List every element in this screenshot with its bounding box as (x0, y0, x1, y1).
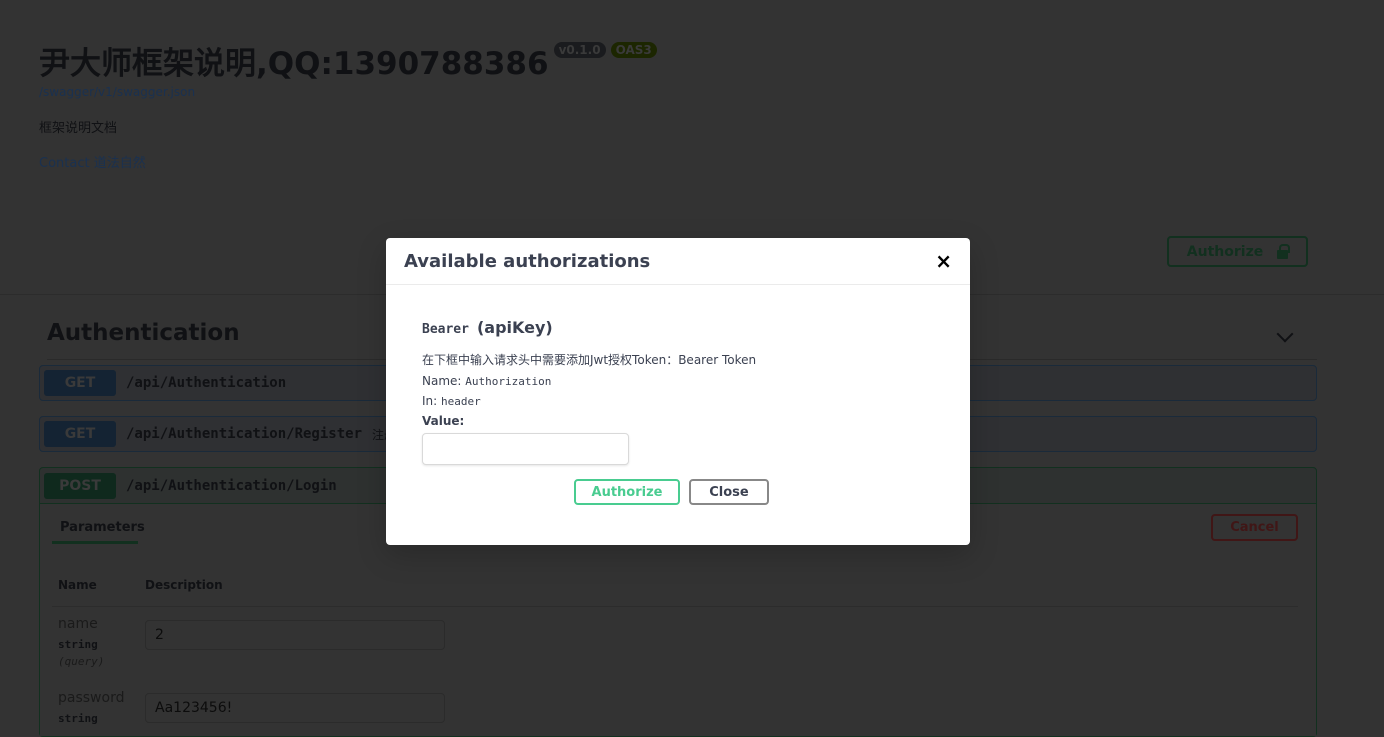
param-name: name (58, 616, 98, 632)
title-text: 尹大师框架说明,QQ:1390788386 (39, 46, 549, 82)
param-type: string (58, 638, 98, 651)
method-badge: GET (44, 421, 116, 447)
param-type: string (58, 712, 98, 725)
page-title: 尹大师框架说明,QQ:1390788386 v0.1.0 OAS3 (39, 38, 657, 83)
header-name-row: Name: Authorization (422, 374, 934, 388)
authorize-label: Authorize (1186, 243, 1264, 260)
dialog-authorize-button[interactable]: Authorize (574, 479, 680, 505)
cancel-button[interactable]: Cancel (1211, 514, 1298, 541)
auth-dialog: Available authorizations × Bearer (apiKe… (386, 238, 970, 545)
method-badge: GET (44, 370, 116, 396)
value-input[interactable] (422, 433, 629, 465)
value-label: Value: (422, 414, 465, 428)
scheme-name: Bearer (422, 322, 469, 337)
tab-parameters[interactable]: Parameters (52, 514, 145, 544)
close-icon[interactable]: × (935, 249, 952, 273)
name-input[interactable]: 2 (145, 620, 445, 650)
operation-path: /api/Authentication/Register (126, 426, 363, 442)
api-description: 框架说明文档 (39, 121, 118, 136)
param-name: password (58, 690, 125, 706)
in-value: header (441, 395, 481, 408)
operation-path: /api/Authentication (126, 375, 287, 391)
authorize-button[interactable]: Authorize (1167, 236, 1308, 267)
lock-icon (1277, 243, 1291, 259)
scheme-type: (apiKey) (476, 318, 553, 337)
dialog-title: Available authorizations (404, 250, 651, 272)
oas-badge: OAS3 (610, 42, 657, 58)
col-name-header: Name (58, 578, 97, 592)
name-value: Authorization (465, 375, 552, 388)
api-info: 尹大师框架说明,QQ:1390788386 v0.1.0 OAS3 /swagg… (39, 38, 657, 171)
dialog-close-button[interactable]: Close (689, 479, 769, 505)
spec-link[interactable]: /swagger/v1/swagger.json (39, 85, 657, 99)
contact-link[interactable]: Contact 道法自然 (39, 152, 657, 171)
scheme-heading: Bearer (apiKey) (422, 318, 934, 337)
scheme-description: 在下框中输入请求头中需要添加Jwt授权Token：Bearer Token (422, 353, 757, 367)
col-description-header: Description (145, 578, 223, 592)
operation-path: /api/Authentication/Login (126, 477, 337, 494)
name-label: Name: (422, 374, 462, 388)
method-badge: POST (44, 472, 116, 499)
param-in: (query) (58, 655, 105, 668)
in-label: In: (422, 394, 438, 408)
in-row: In: header (422, 394, 934, 408)
version-badge: v0.1.0 (553, 42, 606, 58)
password-input[interactable]: Aa123456! (145, 693, 445, 723)
